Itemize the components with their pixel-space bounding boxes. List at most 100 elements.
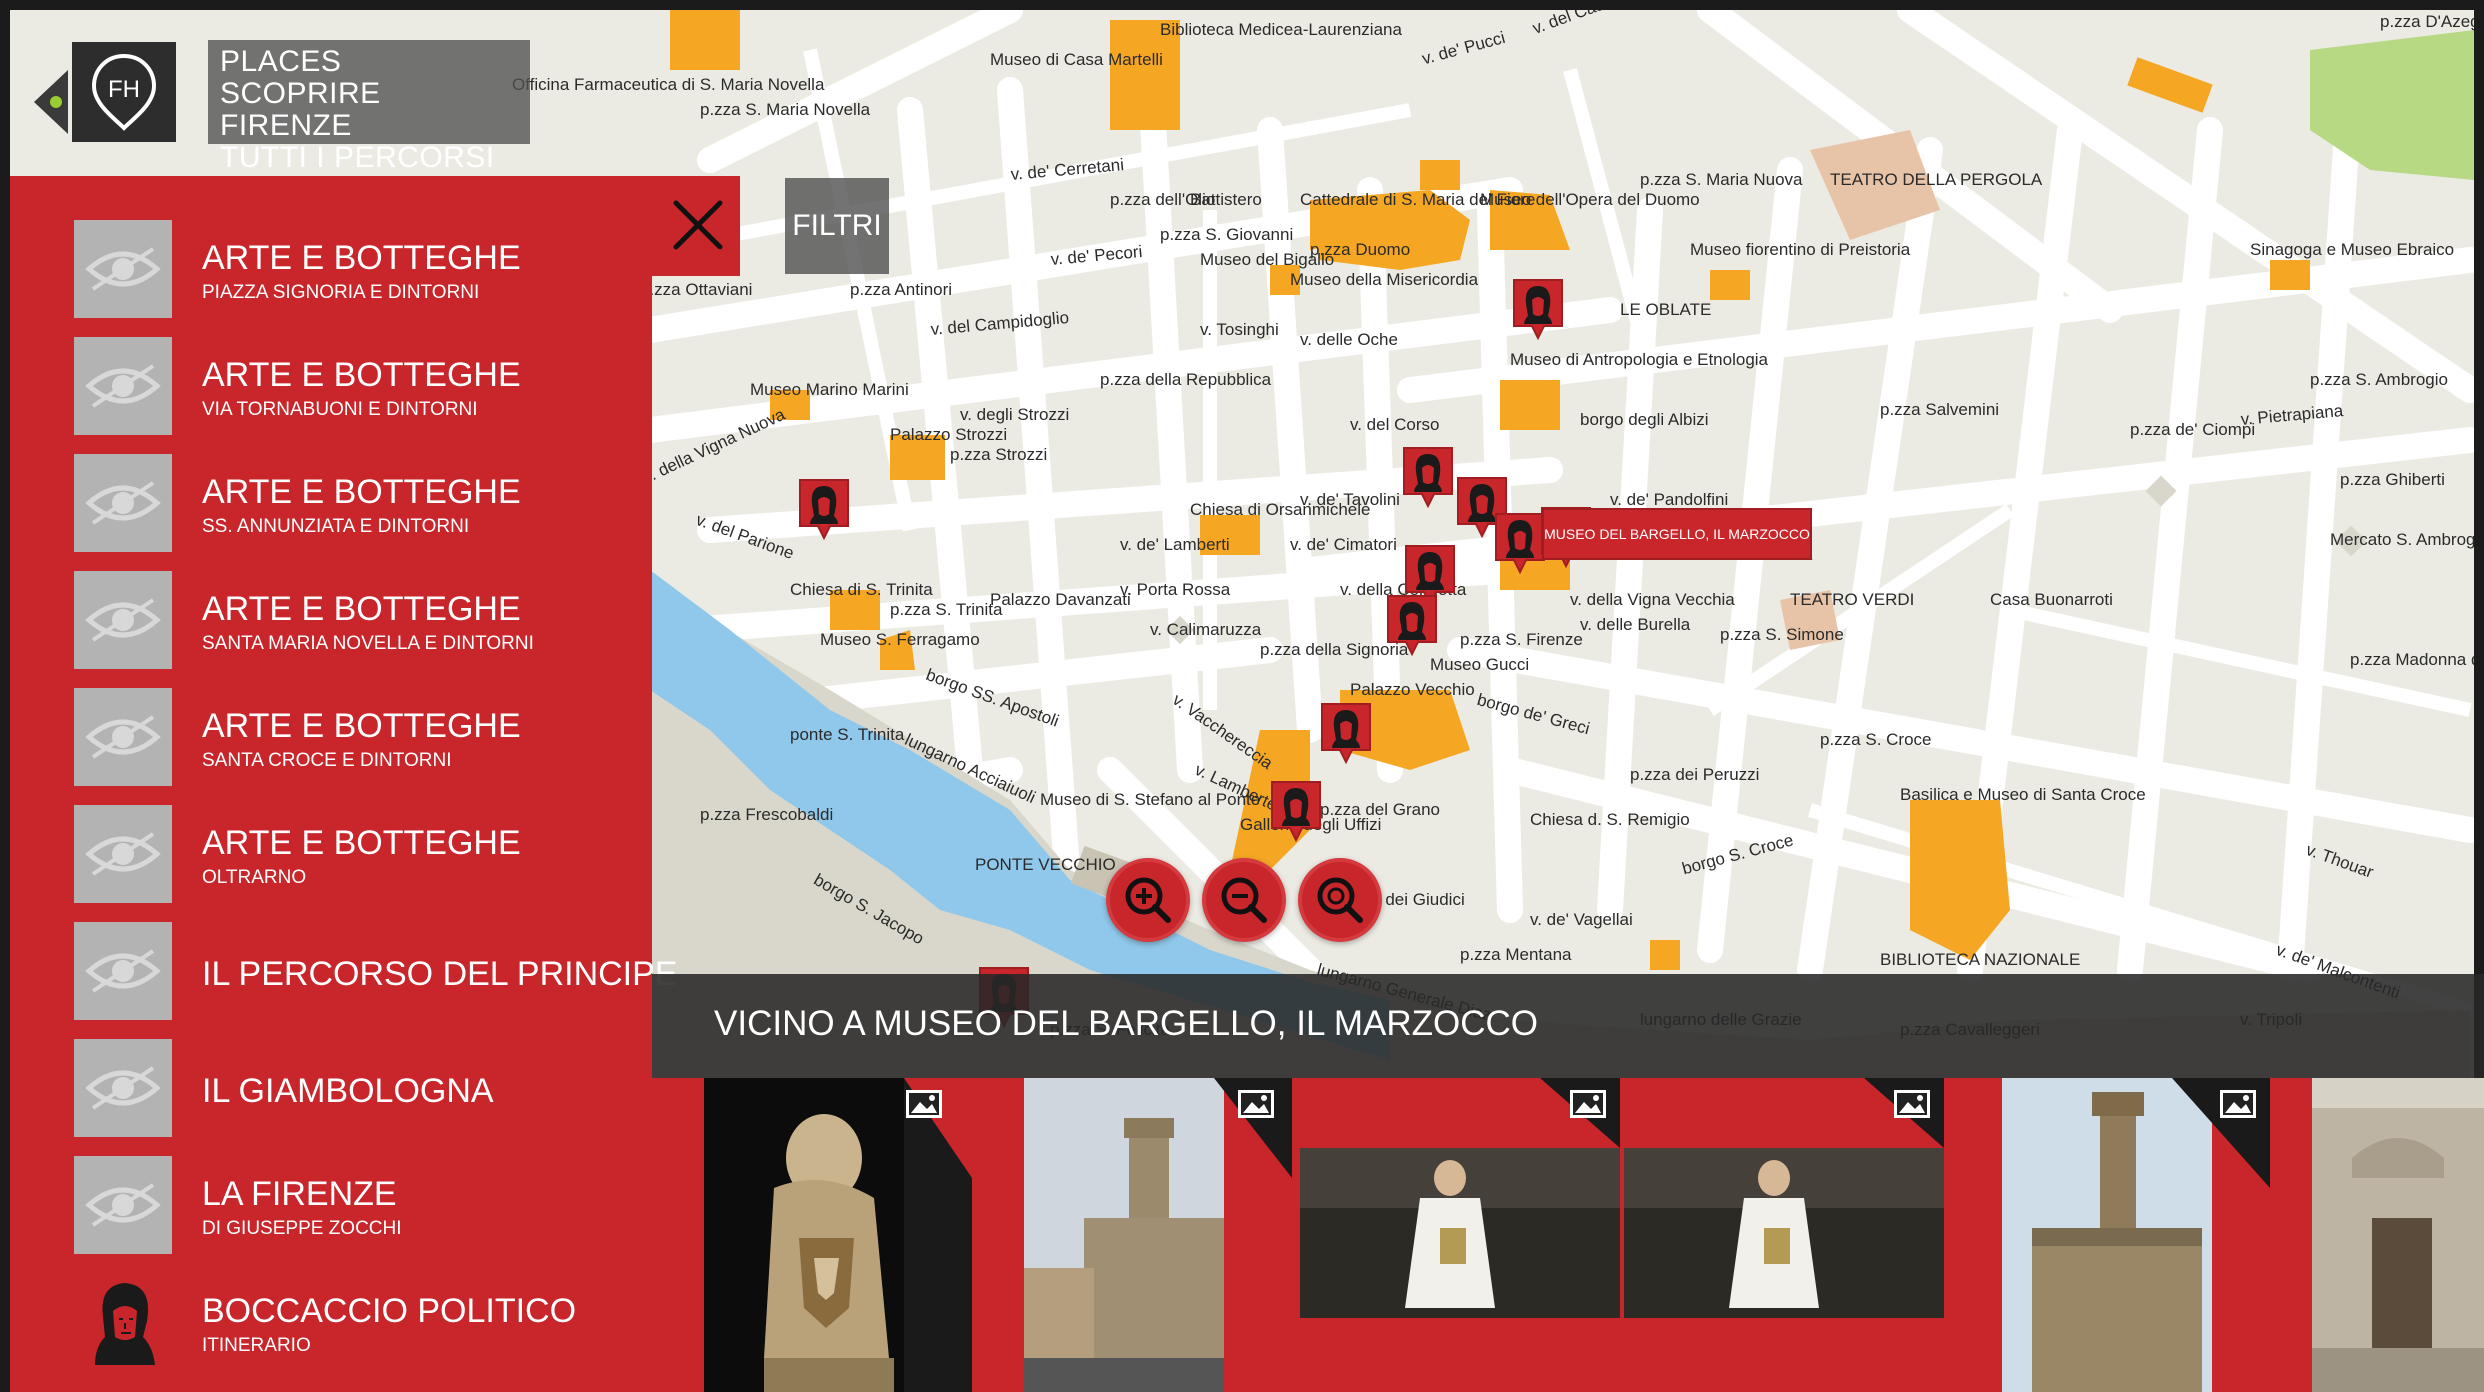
thumbnail-image-marzocco	[704, 1078, 972, 1392]
map-label: Museo S. Ferragamo	[820, 630, 980, 649]
thumbnail-card[interactable]	[1300, 1078, 1620, 1392]
map-label: Museo di Casa Martelli	[990, 50, 1163, 69]
route-item[interactable]: ARTE E BOTTEGHE PIAZZA SIGNORIA E DINTORN…	[10, 206, 652, 323]
visibility-toggle[interactable]	[74, 571, 172, 669]
zoom-in-icon	[1125, 877, 1171, 923]
selected-marker-label[interactable]: MUSEO DEL BARGELLO, IL MARZOCCO	[1542, 508, 1812, 560]
route-item[interactable]: LA FIRENZE DI GIUSEPPE ZOCCHI	[10, 1142, 652, 1259]
filter-button[interactable]: FILTRI	[785, 178, 889, 274]
app-header: FH PLACES SCOPRIRE FIRENZE TUTTI I PERCO…	[10, 30, 530, 174]
breadcrumb-item[interactable]: TUTTI I PERCORSI	[220, 142, 518, 174]
poi-marker[interactable]	[1402, 446, 1454, 509]
portrait-marker-icon	[1321, 703, 1371, 765]
map-label: LE OBLATE	[1620, 300, 1712, 319]
back-indicator-dot	[50, 96, 62, 108]
visibility-toggle[interactable]	[74, 1039, 172, 1137]
thumbnail-card[interactable]	[704, 1078, 972, 1392]
poi-marker[interactable]	[798, 478, 850, 541]
route-subtitle: VIA TORNABUONI E DINTORNI	[202, 399, 478, 420]
route-subtitle: ITINERARIO	[202, 1335, 311, 1356]
route-title: ARTE E BOTTEGHE	[202, 707, 521, 745]
zoom-reset-button[interactable]	[1298, 858, 1382, 942]
map-label: Museo dell'Opera del Duomo	[1480, 190, 1700, 209]
map-label: p.zza S. Ambrogio	[2310, 370, 2448, 389]
map-label: Museo Marino Marini	[750, 380, 909, 399]
poi-marker[interactable]	[1512, 278, 1564, 341]
boccaccio-portrait-icon	[95, 1283, 155, 1365]
thumbnail-card[interactable]	[2312, 1078, 2484, 1392]
route-item[interactable]: ARTE E BOTTEGHE OLTRARNO	[10, 791, 652, 908]
eye-icon	[85, 1183, 161, 1227]
map-label: Palazzo Strozzi	[890, 425, 1008, 444]
map-label: v. de' Lamberti	[1120, 535, 1230, 554]
poi-marker[interactable]	[1320, 702, 1372, 765]
close-icon	[673, 200, 723, 250]
poi-marker[interactable]	[1494, 512, 1546, 575]
nearby-title: VICINO A MUSEO DEL BARGELLO, IL MARZOCCO	[714, 1004, 1538, 1043]
route-item[interactable]: ARTE E BOTTEGHE SANTA MARIA NOVELLA E DIN…	[10, 557, 652, 674]
route-item[interactable]: BOCCACCIO POLITICO ITINERARIO	[10, 1259, 652, 1376]
poi-marker[interactable]	[1386, 594, 1438, 657]
visibility-toggle[interactable]	[74, 922, 172, 1020]
route-item[interactable]: IL PERCORSO DEL PRINCIPE	[10, 908, 678, 1025]
visibility-toggle[interactable]	[74, 1156, 172, 1254]
map-label: v. de' Vagellai	[1530, 910, 1633, 929]
thumbnail-image-bargello	[1024, 1078, 1292, 1392]
eye-icon	[85, 364, 161, 408]
map-label: p.zza Ghiberti	[2340, 470, 2445, 489]
map-label: v. degli Strozzi	[960, 405, 1070, 424]
map-label: Palazzo Davanzati	[990, 590, 1131, 609]
map-label: Casa Buonarroti	[1990, 590, 2113, 609]
visibility-toggle[interactable]	[74, 220, 172, 318]
eye-icon	[85, 598, 161, 642]
map-label: ponte S. Trinita	[790, 725, 905, 744]
eye-icon	[85, 481, 161, 525]
thumbnail-card[interactable]	[2002, 1078, 2270, 1392]
route-subtitle: SANTA CROCE E DINTORNI	[202, 750, 452, 771]
thumbnail-image-palazzo-vecchio	[2002, 1078, 2270, 1392]
thumbnail-image-church	[2312, 1078, 2484, 1392]
map-label: Chiesa d. S. Remigio	[1530, 810, 1690, 829]
close-button[interactable]	[668, 195, 728, 255]
visibility-toggle[interactable]	[74, 688, 172, 786]
map-label: Biblioteca Medicea-Laurenziana	[1160, 20, 1402, 39]
map-label: p.zza de' Ciompi	[2130, 420, 2256, 439]
map-label: BIBLIOTECA NAZIONALE	[1880, 950, 2081, 969]
route-title: ARTE E BOTTEGHE	[202, 824, 521, 862]
poi-marker[interactable]	[1270, 780, 1322, 843]
breadcrumb-item[interactable]: PLACES	[220, 46, 518, 78]
visibility-toggle[interactable]	[74, 337, 172, 435]
route-title: IL PERCORSO DEL PRINCIPE	[202, 955, 678, 993]
route-item[interactable]: IL GIAMBOLOGNA	[10, 1025, 652, 1142]
map-label: p.zza S. Croce	[1820, 730, 1932, 749]
visibility-toggle[interactable]	[74, 454, 172, 552]
map-label: v. Tosinghi	[1200, 320, 1279, 339]
route-portrait	[74, 1273, 172, 1371]
eye-icon	[85, 832, 161, 876]
zoom-out-button[interactable]	[1202, 858, 1286, 942]
route-subtitle: SANTA MARIA NOVELLA E DINTORNI	[202, 633, 534, 654]
portrait-marker-icon	[1513, 279, 1563, 341]
zoom-in-button[interactable]	[1106, 858, 1190, 942]
map-label: Museo di S. Stefano al Ponte	[1040, 790, 1261, 809]
logo-pin-icon: FH	[91, 53, 157, 131]
route-item[interactable]: ARTE E BOTTEGHE SANTA CROCE E DINTORNI	[10, 674, 652, 791]
route-item[interactable]: ARTE E BOTTEGHE VIA TORNABUONI E DINTORNI	[10, 323, 652, 440]
route-title: ARTE E BOTTEGHE	[202, 590, 521, 628]
app-logo[interactable]: FH	[72, 42, 176, 142]
nearby-thumbnail-strip[interactable]	[652, 1078, 2484, 1392]
map-label: Museo della Misericordia	[1290, 270, 1479, 289]
map-label: p.zza Antinori	[850, 280, 953, 299]
map-label: v. Porta Rossa	[1120, 580, 1231, 599]
map-label: PONTE VECCHIO	[975, 855, 1116, 874]
thumbnail-card[interactable]	[1024, 1078, 1292, 1392]
visibility-toggle[interactable]	[74, 805, 172, 903]
map-label: p.zza S. Giovanni	[1160, 225, 1294, 244]
route-item[interactable]: ARTE E BOTTEGHE SS. ANNUNZIATA E DINTORNI	[10, 440, 652, 557]
map-label: p.zza della Repubblica	[1100, 370, 1272, 389]
map-label: p.zza Ottaviani	[640, 280, 753, 299]
map-label: p.zza D'Azeglio	[2380, 12, 2474, 31]
thumbnail-card[interactable]	[1624, 1078, 1944, 1392]
breadcrumb-item[interactable]: SCOPRIRE FIRENZE	[220, 78, 518, 142]
image-icon	[906, 1090, 942, 1118]
